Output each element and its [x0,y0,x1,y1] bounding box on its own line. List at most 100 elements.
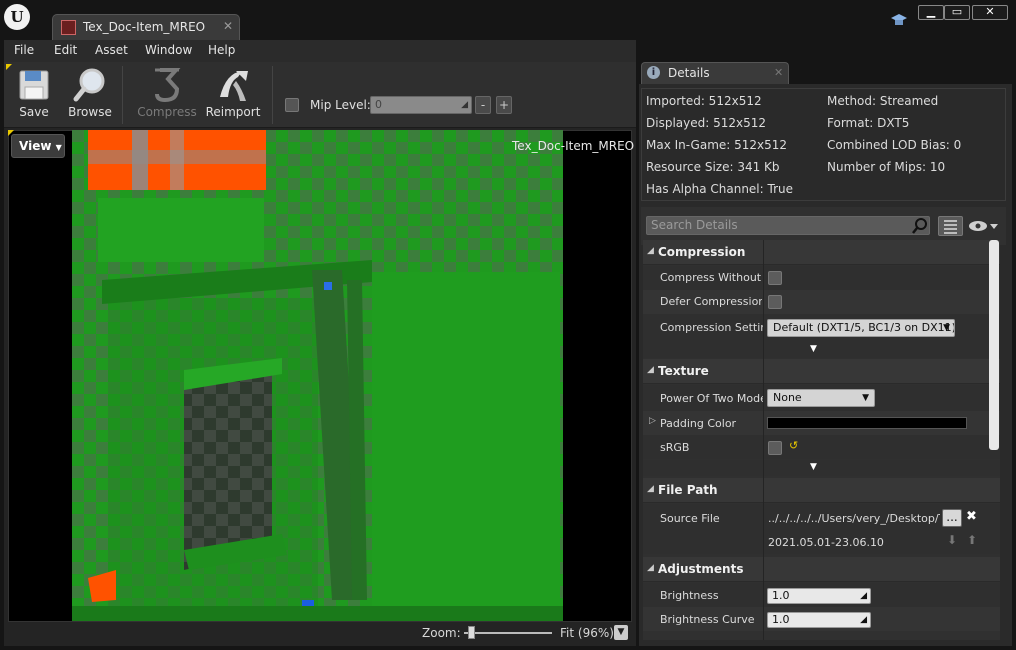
category-file-path[interactable]: ◢ File Path [643,478,1000,503]
minimize-button[interactable]: ▁ [918,5,944,20]
close-tab-icon[interactable]: ✕ [223,19,233,33]
compress-icon [150,67,184,103]
source-file-timestamp: 2021.05.01-23.06.10 [768,536,884,549]
zoom-dropdown-button[interactable]: ▼ [614,625,628,640]
property-row: Compression Setting Default (DXT1/5, BC1… [643,314,1000,342]
eye-icon[interactable] [968,219,1000,233]
chevron-down-icon: ▼ [810,462,817,472]
search-icon[interactable] [912,218,928,234]
expand-arrow-icon[interactable]: ▷ [649,416,656,426]
mip-level-field[interactable]: 0 ◢ [370,96,472,114]
reimport-button[interactable]: Reimport [202,62,264,128]
info-max-in-game: Max In-Game: 512x512 [646,138,788,152]
zoom-slider[interactable] [464,632,552,634]
collapse-arrow-icon: ◢ [647,484,654,494]
property-row: ▷ Padding Color [643,411,1000,435]
compression-settings-dropdown[interactable]: Default (DXT1/5, BC1/3 on DX11) ▼ [767,319,955,337]
details-tab-label: Details [668,66,710,80]
info-method: Method: Streamed [827,94,939,108]
property-grid: ◢ Compression Compress Without A Defer C… [643,240,1000,640]
compress-label: Compress [137,105,197,119]
menu-asset[interactable]: Asset [95,43,128,57]
advanced-expander[interactable]: ▼ [643,342,1000,358]
unreal-logo-icon: U [4,4,30,30]
brightness-curve-field[interactable]: 1.0 ◢ [767,612,871,628]
chevron-down-icon: ▼ [55,143,62,152]
dropdown-value: Default (DXT1/5, BC1/3 on DX11) [773,321,955,334]
property-matrix-button[interactable] [938,216,963,236]
close-window-button[interactable]: ✕ [972,5,1008,20]
defer-compression-checkbox[interactable] [768,295,782,309]
mip-level-label: Mip Level: [310,98,371,112]
details-scrollbar[interactable] [989,240,999,450]
document-tab-label: Tex_Doc-Item_MREO [83,20,206,34]
padding-color-swatch[interactable] [767,417,967,429]
menu-window[interactable]: Window [145,43,192,57]
details-search-input[interactable]: Search Details [646,216,930,235]
browse-file-button[interactable]: ... [942,509,962,527]
menu-file[interactable]: File [14,43,34,57]
resize-handle-icon: ◢ [860,615,867,625]
mip-increment-button[interactable]: + [496,96,512,114]
view-dropdown-button[interactable]: View ▼ [11,134,65,158]
save-button[interactable]: Save [10,62,58,128]
arrow-up-icon[interactable]: ⬆ [967,533,977,547]
info-has-alpha: Has Alpha Channel: True [646,182,793,196]
info-num-mips: Number of Mips: 10 [827,160,946,174]
collapse-arrow-icon: ◢ [647,246,654,256]
toolbar-separator [122,66,123,124]
reset-to-default-icon[interactable]: ↺ [789,439,798,452]
graduation-cap-icon[interactable] [890,12,908,28]
clear-file-icon[interactable]: ✖ [966,509,977,524]
document-tab[interactable]: Tex_Doc-Item_MREO ✕ [52,14,240,40]
magnifier-icon [73,67,107,103]
property-label: Power Of Two Mode [660,392,763,405]
menu-bar: File Edit Asset Window Help [4,40,636,62]
property-label: sRGB [660,441,690,454]
property-label: Padding Color [660,417,737,430]
info-resource-size: Resource Size: 341 Kb [646,160,780,174]
property-row: Power Of Two Mode None ▼ [643,385,1000,411]
arrow-down-icon[interactable]: ⬇ [947,533,957,547]
field-value: 1.0 [772,613,790,626]
dropdown-value: None [773,391,802,404]
details-tab[interactable]: i Details ✕ [641,62,789,84]
compress-button[interactable]: Compress [134,62,200,128]
chevron-down-icon: ▼ [943,323,950,333]
menu-help[interactable]: Help [208,43,235,57]
property-row: sRGB ↺ [643,435,1000,459]
property-row: Compress Without A [643,266,1000,290]
mip-decrement-button[interactable]: - [475,96,491,114]
property-label: Defer Compression [660,295,762,308]
chevron-down-icon: ▼ [862,393,869,403]
view-button-label: View [19,139,52,153]
category-texture[interactable]: ◢ Texture [643,359,1000,384]
save-icon [17,67,51,103]
close-tab-icon[interactable]: ✕ [774,66,783,79]
property-label: Source File [660,512,720,525]
magnifier-icon: i [647,66,660,79]
property-row: Brightness 1.0 ◢ [643,583,1000,607]
property-label: Compression Setting [660,321,763,334]
texture-preview-image [72,130,563,621]
property-label: Compress Without A [660,271,762,284]
column-divider[interactable] [763,240,764,640]
info-displayed: Displayed: 512x512 [646,116,766,130]
category-adjustments[interactable]: ◢ Adjustments [643,557,1000,582]
compress-without-alpha-checkbox[interactable] [768,271,782,285]
power-of-two-dropdown[interactable]: None ▼ [767,389,875,407]
browse-label: Browse [68,105,112,119]
srgb-checkbox[interactable] [768,441,782,455]
mip-level-checkbox[interactable] [285,98,299,112]
zoom-slider-handle[interactable] [468,626,475,639]
category-compression[interactable]: ◢ Compression [643,240,1000,265]
property-label: Brightness Curve [660,613,755,626]
brightness-field[interactable]: 1.0 ◢ [767,588,871,604]
property-label: Brightness [660,589,719,602]
advanced-expander[interactable]: ▼ [643,460,1000,476]
browse-button[interactable]: Browse [62,62,118,128]
maximize-button[interactable]: ▭ [944,5,970,20]
resize-handle-icon: ◢ [461,100,468,110]
info-imported: Imported: 512x512 [646,94,762,108]
menu-edit[interactable]: Edit [54,43,77,57]
